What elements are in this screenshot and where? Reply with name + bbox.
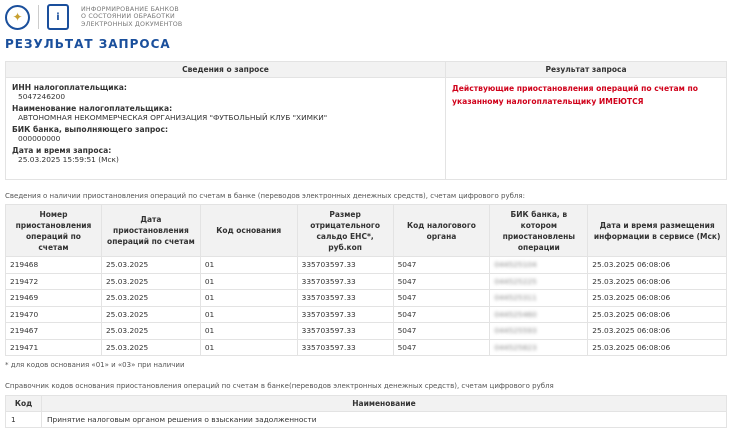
page-title: РЕЗУЛЬТАТ ЗАПРОСА bbox=[5, 37, 171, 51]
table-cell: 219468 bbox=[5, 256, 102, 274]
table-cell: 044525593 bbox=[489, 322, 589, 340]
table-cell: 25.03.2025 bbox=[100, 305, 201, 323]
table-cell: 335703597.33 bbox=[296, 256, 394, 274]
table-cell: 5047 bbox=[392, 272, 491, 290]
col-header: Дата приостановления операций по счетам bbox=[100, 204, 201, 257]
table-row: 219467 25.03.2025 01 335703597.33 5047 044525… bbox=[5, 322, 727, 340]
table-cell: 219469 bbox=[5, 289, 102, 307]
table-cell: 25.03.2025 06:08:06 bbox=[587, 289, 727, 307]
table-cell: 219467 bbox=[5, 322, 102, 340]
col-header: Код bbox=[5, 395, 42, 412]
result-text: Действующие приостановления операций по … bbox=[452, 84, 698, 106]
suspensions-caption: Сведения о наличии приостановления опера… bbox=[5, 192, 525, 200]
header: ✦ i ИНФОРМИРОВАНИЕ БАНКОВ О СОСТОЯНИИ ОБ… bbox=[0, 0, 730, 34]
table-row: 219469 25.03.2025 01 335703597.33 5047 044525… bbox=[5, 289, 727, 307]
col-header: Результат запроса bbox=[445, 61, 727, 78]
table-cell: 01 bbox=[199, 338, 298, 356]
document-info-icon: i bbox=[47, 4, 69, 30]
table-cell: 044525460 bbox=[489, 305, 589, 323]
col-header: БИК банка, в котором приостановлены опер… bbox=[489, 204, 589, 257]
table-row: 219472 25.03.2025 01 335703597.33 5047 044525… bbox=[5, 272, 727, 290]
table-cell: 335703597.33 bbox=[296, 305, 394, 323]
col-header: Размер отрицательного сальдо ЕНС*, руб.к… bbox=[296, 204, 394, 257]
table-cell: 219470 bbox=[5, 305, 102, 323]
table-cell: 219471 bbox=[5, 338, 102, 356]
table-cell: 335703597.33 bbox=[296, 322, 394, 340]
table-cell: 25.03.2025 bbox=[100, 289, 201, 307]
col-header: Сведения о запросе bbox=[5, 61, 446, 78]
table-cell: 5047 bbox=[392, 338, 491, 356]
table-cell: 044525225 bbox=[489, 272, 589, 290]
table-row: 219468 25.03.2025 01 335703597.33 5047 044525… bbox=[5, 256, 727, 274]
table-cell: 044525823 bbox=[489, 338, 589, 356]
col-header: Код основания bbox=[199, 204, 298, 257]
table-cell: 25.03.2025 06:08:06 bbox=[587, 272, 727, 290]
table-cell: 25.03.2025 bbox=[100, 272, 201, 290]
table-cell: 25.03.2025 06:08:06 bbox=[587, 305, 727, 323]
table-row: 1 Принятие налоговым органом решения о вз… bbox=[5, 411, 727, 428]
table-cell: 335703597.33 bbox=[296, 272, 394, 290]
col-header: Номер приостановления операций по счетам bbox=[5, 204, 102, 257]
table-cell: 25.03.2025 bbox=[100, 338, 201, 356]
table-cell: 25.03.2025 06:08:06 bbox=[587, 338, 727, 356]
table-cell: 25.03.2025 bbox=[100, 322, 201, 340]
table-cell: 01 bbox=[199, 256, 298, 274]
codes-caption: Справочник кодов основания приостановлен… bbox=[5, 382, 554, 390]
table-cell: 5047 bbox=[392, 289, 491, 307]
request-info: ИНН налогоплательщика: 5047246200 Наимено… bbox=[5, 77, 446, 180]
col-header: Наименование bbox=[41, 395, 727, 412]
suspensions-table: Номер приостановления операций по счетам… bbox=[5, 204, 727, 356]
fns-emblem-icon: ✦ bbox=[5, 4, 30, 30]
table-row: 219471 25.03.2025 01 335703597.33 5047 044525… bbox=[5, 338, 727, 356]
table-cell: 5047 bbox=[392, 256, 491, 274]
table-cell: 01 bbox=[199, 322, 298, 340]
table-cell: 25.03.2025 06:08:06 bbox=[587, 256, 727, 274]
col-header: Код налогового органа bbox=[392, 204, 491, 257]
request-table: Сведения о запросе Результат запроса ИНН … bbox=[5, 61, 727, 180]
table-cell: 5047 bbox=[392, 322, 491, 340]
col-header: Дата и время размещения информации в сер… bbox=[587, 204, 727, 257]
table-cell: 335703597.33 bbox=[296, 338, 394, 356]
table-cell: 01 bbox=[199, 289, 298, 307]
divider bbox=[38, 5, 39, 29]
table-cell: 044525104 bbox=[489, 256, 589, 274]
footnote: * для кодов основания «01» и «03» при на… bbox=[5, 361, 185, 369]
table-cell: 25.03.2025 bbox=[100, 256, 201, 274]
table-cell: 5047 bbox=[392, 305, 491, 323]
brand-text: ИНФОРМИРОВАНИЕ БАНКОВ О СОСТОЯНИИ ОБРАБО… bbox=[81, 5, 183, 28]
table-cell: 25.03.2025 06:08:06 bbox=[587, 322, 727, 340]
table-cell: 01 bbox=[199, 272, 298, 290]
table-cell: 335703597.33 bbox=[296, 289, 394, 307]
table-cell: 01 bbox=[199, 305, 298, 323]
table-row: 219470 25.03.2025 01 335703597.33 5047 044525… bbox=[5, 305, 727, 323]
codes-table: Код Наименование 1 Принятие налоговым орга… bbox=[5, 395, 727, 428]
table-cell: 044525311 bbox=[489, 289, 589, 307]
table-cell: 219472 bbox=[5, 272, 102, 290]
